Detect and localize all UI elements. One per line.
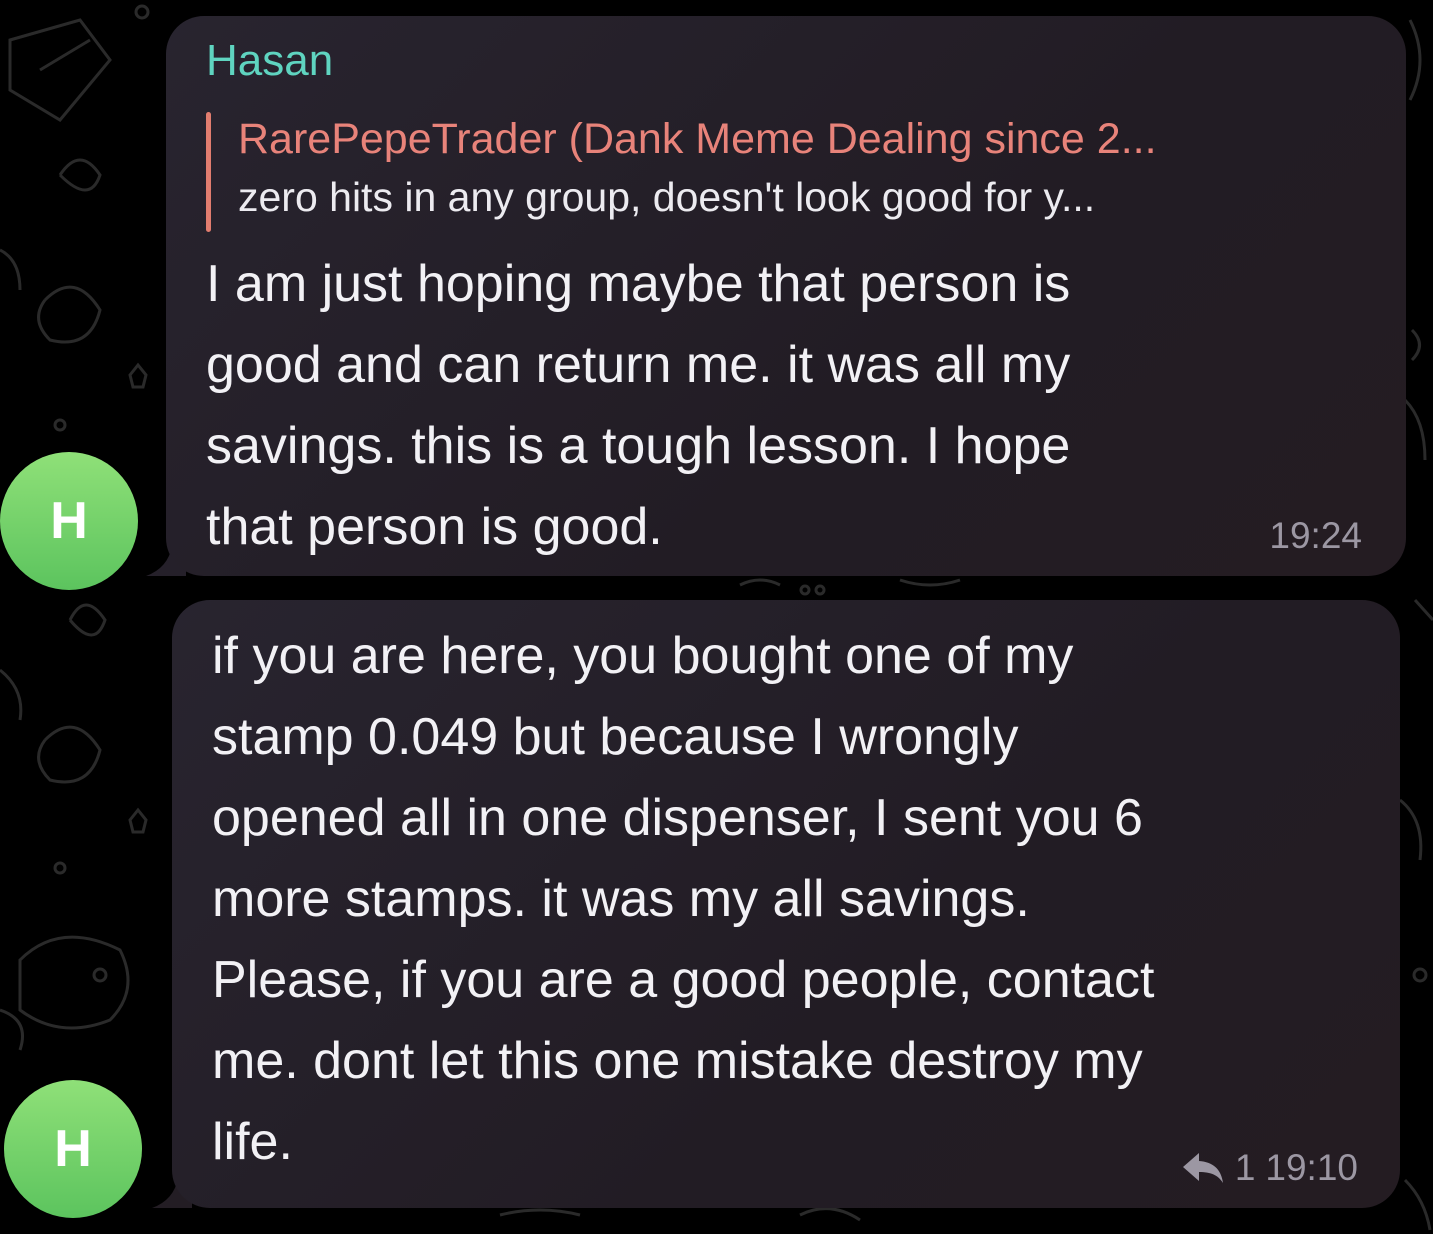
reply-preview-text: zero hits in any group, doesn't look goo… — [238, 174, 1096, 220]
message-time: 19:10 — [1265, 1147, 1358, 1188]
avatar[interactable]: H — [4, 1080, 142, 1218]
avatar[interactable]: H — [0, 452, 138, 590]
reply-accent-bar — [206, 112, 211, 232]
message-bubble[interactable]: Hasan RarePepeTrader (Dank Meme Dealing … — [166, 16, 1406, 576]
reply-quote[interactable]: RarePepeTrader (Dank Meme Dealing since … — [206, 112, 1356, 232]
message-time: 19:24 — [1269, 515, 1362, 556]
sender-name[interactable]: Hasan — [206, 36, 333, 86]
reply-arrow-icon[interactable] — [1181, 1151, 1225, 1185]
message-text: I am just hoping maybe that person is go… — [206, 255, 1071, 556]
message-bubble[interactable]: if you are here, you bought one of my st… — [172, 600, 1400, 1208]
reply-author: RarePepeTrader (Dank Meme Dealing since … — [238, 115, 1157, 163]
message-meta: 1 19:10 — [1181, 1148, 1358, 1188]
replies-count[interactable]: 1 — [1235, 1148, 1256, 1188]
message-text: if you are here, you bought one of my st… — [212, 627, 1155, 1171]
